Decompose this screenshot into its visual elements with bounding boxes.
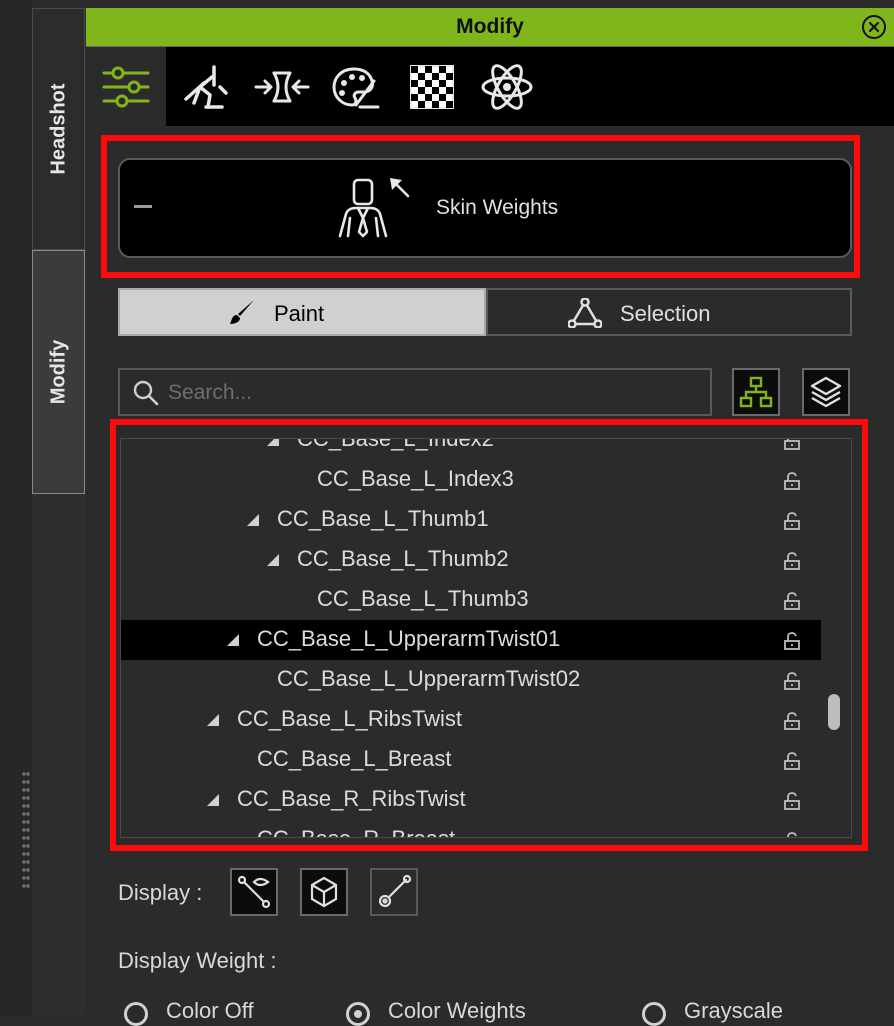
display-bone-button[interactable] (230, 868, 278, 916)
skin-weights-icon (338, 178, 410, 238)
tree-row-label: CC_Base_L_Thumb2 (297, 546, 509, 571)
unlock-icon[interactable] (783, 672, 801, 690)
tree-row-label: CC_Base_L_RibsTwist (237, 706, 462, 731)
unlock-icon[interactable] (783, 632, 801, 650)
unlock-icon[interactable] (783, 552, 801, 570)
unlock-icon[interactable] (783, 752, 801, 770)
radio-color-off[interactable] (124, 1002, 148, 1026)
atom-physics-icon (481, 64, 533, 110)
tree-row[interactable]: CC_Base_R_Breast (121, 820, 821, 838)
unlock-icon[interactable] (783, 712, 801, 730)
tab-modify-label: Modify (47, 339, 69, 405)
palette-brush-icon (332, 67, 380, 109)
tool-texture-button[interactable] (408, 63, 456, 111)
close-icon (868, 21, 880, 33)
triangle-nodes-icon (568, 298, 602, 328)
tree-row[interactable]: CC_Base_L_RibsTwist (121, 700, 821, 740)
tree-scrollbar-thumb[interactable] (828, 694, 840, 730)
unlock-icon[interactable] (783, 438, 801, 450)
paint-mode-label: Paint (274, 301, 325, 326)
bone-gear-icon (378, 874, 412, 908)
paint-brush-icon (230, 300, 254, 324)
selection-mode-button[interactable]: Selection (486, 288, 852, 336)
paint-mode-button[interactable]: Paint (118, 288, 486, 336)
expand-arrow-icon[interactable] (207, 794, 219, 806)
tree-row[interactable]: CC_Base_L_Index3 (121, 460, 821, 500)
expand-arrow-icon[interactable] (207, 714, 219, 726)
unlock-icon[interactable] (783, 832, 801, 838)
search-icon (133, 380, 159, 406)
display-bone-settings-button[interactable] (370, 868, 418, 916)
unlock-icon[interactable] (783, 592, 801, 610)
cube-icon (310, 876, 338, 908)
tree-row[interactable]: CC_Base_L_UpperarmTwist02 (121, 660, 821, 700)
dock-grip-handle[interactable] (22, 770, 30, 890)
tool-attributes-button[interactable] (102, 63, 150, 111)
expand-arrow-icon[interactable] (247, 514, 259, 526)
tree-row[interactable]: CC_Base_L_UpperarmTwist01 (121, 620, 821, 660)
tool-motion-button[interactable] (182, 63, 230, 111)
layers-view-button[interactable] (802, 368, 850, 416)
tree-row[interactable]: CC_Base_L_Thumb2 (121, 540, 821, 580)
radio-color-off-label: Color Off (166, 998, 254, 1023)
bone-eye-icon (237, 875, 271, 909)
search-box (118, 368, 712, 416)
radio-grayscale[interactable] (642, 1002, 666, 1026)
expand-arrow-icon[interactable] (267, 554, 279, 566)
tree-row-label: CC_Base_L_Thumb1 (277, 506, 489, 531)
tab-modify[interactable]: Modify (32, 250, 85, 494)
panel-title: Modify (456, 15, 524, 38)
tool-material-button[interactable] (330, 63, 380, 111)
mode-switch: Paint Selection (118, 288, 852, 336)
tree-row-label: CC_Base_L_Thumb3 (317, 586, 529, 611)
expand-arrow-icon[interactable] (267, 439, 279, 446)
unlock-icon[interactable] (783, 472, 801, 490)
search-input[interactable] (166, 378, 690, 408)
skin-weights-header[interactable]: Skin Weights (118, 158, 852, 258)
layers-icon (810, 376, 842, 408)
unlock-icon[interactable] (783, 512, 801, 530)
display-weight-label: Display Weight : (118, 948, 277, 973)
hierarchy-view-button[interactable] (732, 368, 780, 416)
tree-row[interactable]: CC_Base_L_Index2 (121, 438, 821, 460)
collapse-toggle[interactable] (134, 205, 152, 208)
sliders-icon (102, 66, 150, 108)
expand-arrow-icon[interactable] (227, 634, 239, 646)
selection-mode-label: Selection (620, 301, 711, 326)
skin-weights-title: Skin Weights (436, 196, 559, 219)
display-mesh-button[interactable] (300, 868, 348, 916)
tool-physics-button[interactable] (480, 63, 534, 111)
tree-row-label: CC_Base_L_UpperarmTwist02 (277, 666, 581, 691)
tree-row-label: CC_Base_L_Index2 (297, 438, 494, 451)
panel-title-bar: Modify (86, 8, 894, 46)
tree-row[interactable]: CC_Base_R_RibsTwist (121, 780, 821, 820)
tree-row-label: CC_Base_R_Breast (257, 826, 455, 837)
tree-row-label: CC_Base_L_Breast (257, 746, 452, 771)
display-label: Display : (118, 880, 203, 905)
close-button[interactable] (862, 15, 886, 39)
modify-toolbar (86, 46, 894, 127)
tool-morph-button[interactable] (254, 63, 310, 111)
modify-panel: Modify Skin Weights Paint Selection Sear… (86, 8, 894, 1026)
tree-row[interactable]: CC_Base_L_Breast (121, 740, 821, 780)
tree-row-label: CC_Base_R_RibsTwist (237, 786, 466, 811)
pose-figure-icon (184, 65, 228, 109)
tab-headshot[interactable]: Headshot (32, 8, 85, 250)
radio-grayscale-label: Grayscale (684, 998, 784, 1023)
tab-headshot-label: Headshot (47, 83, 69, 175)
morph-compress-icon (254, 71, 310, 103)
hierarchy-tree-icon (739, 376, 773, 408)
bone-tree-list[interactable]: CC_Base_L_Index2 CC_Base_L_Index3 CC_Base_… (120, 438, 852, 838)
tree-row[interactable]: CC_Base_L_Thumb1 (121, 500, 821, 540)
tree-row[interactable]: CC_Base_L_Thumb3 (121, 580, 821, 620)
unlock-icon[interactable] (783, 792, 801, 810)
radio-color-weights-label: Color Weights (388, 998, 526, 1023)
tree-row-label: CC_Base_L_Index3 (317, 466, 514, 491)
side-tab-bar: Headshot Modify (32, 8, 86, 1015)
checker-texture-icon (410, 65, 454, 109)
radio-color-weights[interactable] (346, 1002, 370, 1026)
tree-row-label: CC_Base_L_UpperarmTwist01 (257, 626, 561, 651)
